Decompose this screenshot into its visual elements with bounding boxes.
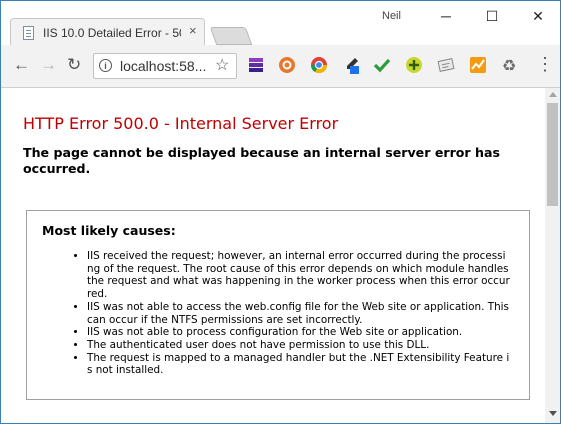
- tab-close-icon[interactable]: ×: [189, 24, 197, 38]
- close-window-button[interactable]: ✕: [518, 3, 558, 29]
- cause-item: IIS was not able to process configuratio…: [87, 326, 512, 339]
- vertical-scrollbar[interactable]: [545, 88, 560, 423]
- plus-circle-icon[interactable]: [405, 56, 423, 74]
- url-text[interactable]: localhost:58...: [120, 58, 206, 74]
- maximize-button[interactable]: ☐: [472, 3, 512, 29]
- cause-item: IIS was not able to access the web.confi…: [87, 301, 512, 326]
- causes-list: IIS received the request; however, an in…: [69, 250, 512, 377]
- browser-menu-icon[interactable]: ⋮: [536, 55, 554, 73]
- eyedropper-icon[interactable]: [342, 56, 360, 74]
- page-favicon-icon: [23, 26, 34, 40]
- reload-button[interactable]: ↻: [67, 56, 81, 74]
- note-icon[interactable]: [437, 56, 455, 74]
- svg-text:♻: ♻: [502, 56, 516, 74]
- chart-icon[interactable]: [469, 56, 487, 74]
- tab-title: IIS 10.0 Detailed Error - 500.0: [43, 26, 181, 40]
- recycle-icon[interactable]: ♻: [500, 56, 518, 74]
- new-tab-button[interactable]: [209, 27, 253, 45]
- cause-item: IIS received the request; however, an in…: [87, 250, 512, 301]
- page-content: HTTP Error 500.0 - Internal Server Error…: [1, 88, 545, 423]
- site-info-icon[interactable]: i: [99, 59, 112, 72]
- stack-icon[interactable]: [247, 56, 265, 74]
- lifebuoy-icon[interactable]: [278, 56, 296, 74]
- forward-button[interactable]: →: [40, 56, 57, 74]
- checkmark-icon[interactable]: [373, 56, 391, 74]
- chrome-circle-icon[interactable]: [310, 56, 328, 74]
- causes-box: Most likely causes: IIS received the req…: [26, 210, 530, 400]
- scroll-up-arrow-icon[interactable]: [549, 92, 557, 97]
- browser-tab[interactable]: IIS 10.0 Detailed Error - 500.0 ×: [10, 18, 205, 46]
- title-bar: IIS 10.0 Detailed Error - 500.0 × Neil ─…: [1, 1, 560, 46]
- profile-name[interactable]: Neil: [382, 10, 401, 22]
- scroll-down-arrow-icon[interactable]: [549, 411, 557, 416]
- scrollbar-thumb[interactable]: [547, 103, 558, 206]
- cause-item: The request is mapped to a managed handl…: [87, 352, 512, 377]
- page-title: HTTP Error 500.0 - Internal Server Error: [23, 114, 339, 133]
- minimize-button[interactable]: ─: [426, 3, 466, 29]
- page-subtitle: The page cannot be displayed because an …: [23, 145, 500, 176]
- causes-heading: Most likely causes:: [42, 223, 176, 238]
- browser-toolbar: ← → ↻ i localhost:58... ☆ ♻ ⋮: [1, 45, 560, 88]
- back-button[interactable]: ←: [13, 56, 30, 74]
- browser-window: IIS 10.0 Detailed Error - 500.0 × Neil ─…: [0, 0, 561, 424]
- bookmark-star-icon[interactable]: ☆: [215, 55, 229, 75]
- cause-item: The authenticated user does not have per…: [87, 339, 512, 352]
